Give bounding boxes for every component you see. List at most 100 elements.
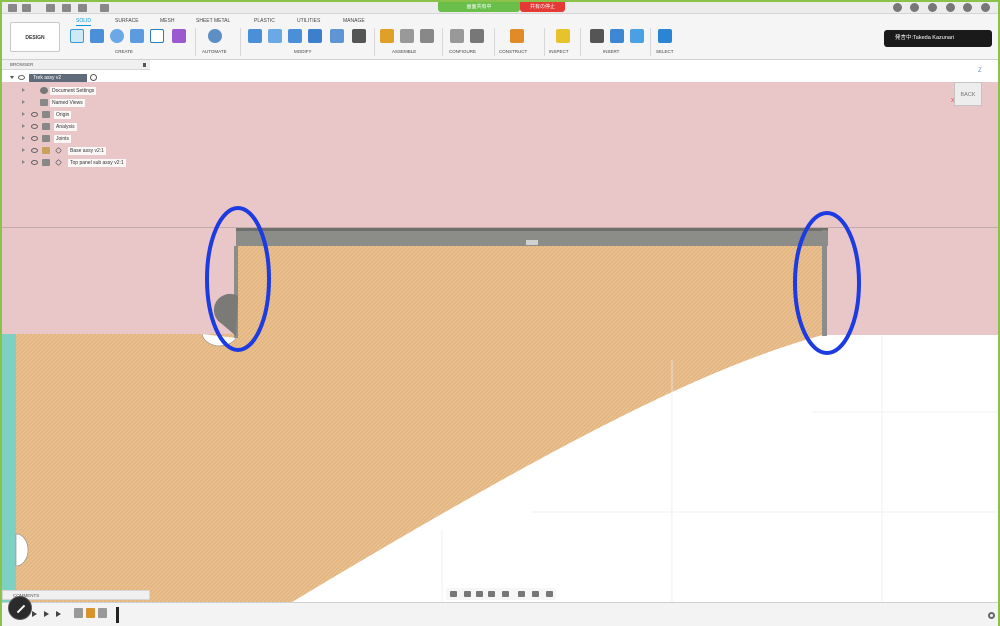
hole-icon[interactable] [130, 29, 144, 43]
tab-surface[interactable]: SURFACE [115, 18, 139, 24]
gear-icon[interactable] [988, 612, 995, 619]
group-automate[interactable]: AUTOMATE [202, 49, 227, 54]
tab-solid[interactable]: SOLID [76, 18, 92, 26]
extrude-icon[interactable] [90, 29, 104, 43]
eye-icon[interactable] [31, 136, 38, 141]
combine-icon[interactable] [308, 29, 322, 43]
redo-icon[interactable] [78, 4, 87, 12]
expand-icon[interactable] [22, 88, 25, 92]
undo-icon[interactable] [62, 4, 71, 12]
globe-icon[interactable] [927, 3, 937, 12]
expand-icon[interactable] [22, 112, 25, 116]
insert-derive-icon[interactable] [590, 29, 604, 43]
eye-icon[interactable] [31, 148, 38, 153]
group-modify[interactable]: MODIFY [294, 49, 312, 54]
new-component-icon[interactable] [380, 29, 394, 43]
expand-icon[interactable] [22, 136, 25, 140]
group-select[interactable]: SELECT [656, 49, 674, 54]
expand-icon[interactable] [22, 148, 25, 152]
press-pull-icon[interactable] [248, 29, 262, 43]
extensions-icon[interactable] [910, 3, 920, 12]
go-to-end-icon[interactable] [56, 611, 61, 617]
table-icon[interactable] [470, 29, 484, 43]
tab-manage[interactable]: MANAGE [343, 18, 365, 24]
grid-settings-icon[interactable] [532, 591, 539, 597]
insert-mesh-icon[interactable] [610, 29, 624, 43]
pattern-icon[interactable] [150, 29, 164, 43]
grid-menu-icon[interactable] [8, 4, 17, 12]
pan-icon[interactable] [476, 591, 483, 597]
eye-icon[interactable] [31, 124, 38, 129]
zoom-icon[interactable] [488, 591, 495, 597]
activate-radio-icon[interactable] [90, 74, 97, 81]
expand-icon[interactable] [22, 160, 25, 164]
canvas-icon[interactable] [630, 29, 644, 43]
tab-utilities[interactable]: UTILITIES [297, 18, 320, 24]
measure-icon[interactable] [556, 29, 570, 43]
select-icon[interactable] [658, 29, 672, 43]
chamfer-icon[interactable] [288, 29, 302, 43]
sketch-pencil-button[interactable] [8, 596, 32, 620]
eye-icon[interactable] [18, 75, 25, 80]
viewport[interactable]: BROWSER Trek assy v2 Document Settings N… [2, 60, 998, 602]
configure-icon[interactable] [450, 29, 464, 43]
timeline-marker[interactable] [116, 607, 119, 623]
timeline-feature[interactable] [86, 608, 95, 618]
tree-item-origin[interactable]: Origin [22, 110, 192, 120]
step-forward-icon[interactable] [44, 611, 49, 617]
group-inspect[interactable]: INSPECT [549, 49, 569, 54]
browser-root[interactable]: Trek assy v2 [10, 74, 97, 82]
new-tab-icon[interactable] [892, 3, 902, 12]
timeline-feature[interactable] [98, 608, 107, 618]
group-construct[interactable]: CONSTRUCT [499, 49, 527, 54]
home-icon[interactable] [100, 4, 109, 12]
tab-sheet-metal[interactable]: SHEET METAL [196, 18, 230, 24]
tree-item-named-views[interactable]: Named Views [22, 98, 192, 108]
user-avatar-icon[interactable] [981, 3, 990, 12]
tree-item-top-panel-sub-assy[interactable]: Top panel sub assy v2:1 [22, 158, 192, 168]
tab-mesh[interactable]: MESH [160, 18, 174, 24]
tree-item-document-settings[interactable]: Document Settings [22, 86, 192, 96]
root-component-label[interactable]: Trek assy v2 [29, 74, 87, 82]
fit-icon[interactable] [502, 591, 509, 597]
move-icon[interactable] [352, 29, 366, 43]
group-assemble[interactable]: ASSEMBLE [392, 49, 416, 54]
viewcube[interactable]: BACK [954, 82, 982, 106]
revolve-icon[interactable] [110, 29, 124, 43]
shell-icon[interactable] [330, 29, 344, 43]
save-icon[interactable] [46, 4, 55, 12]
as-built-joint-icon[interactable] [420, 29, 434, 43]
expand-icon[interactable] [22, 124, 25, 128]
display-settings-icon[interactable] [518, 591, 525, 597]
browser-panel-header[interactable]: BROWSER [2, 60, 150, 70]
orbit-icon[interactable] [450, 591, 457, 597]
notifications-icon[interactable] [945, 3, 955, 12]
automate-icon[interactable] [208, 29, 222, 43]
workspace-switcher[interactable]: DESIGN [10, 22, 60, 52]
file-icon[interactable] [22, 4, 31, 12]
timeline-feature[interactable] [74, 608, 83, 618]
form-icon[interactable] [172, 29, 186, 43]
viewports-icon[interactable] [546, 591, 553, 597]
tree-item-base-assy[interactable]: Base assy v2:1 [22, 146, 192, 156]
stop-sharing-button[interactable]: 共有の停止 [520, 2, 565, 12]
eye-icon[interactable] [31, 112, 38, 117]
group-insert[interactable]: INSERT [603, 49, 619, 54]
group-configure[interactable]: CONFIGURE [449, 49, 476, 54]
link-icon [55, 147, 62, 154]
look-at-icon[interactable] [464, 591, 471, 597]
tree-item-joints[interactable]: Joints [22, 134, 192, 144]
joint-icon[interactable] [400, 29, 414, 43]
help-icon[interactable] [963, 3, 973, 12]
offset-plane-icon[interactable] [510, 29, 524, 43]
expand-icon[interactable] [22, 100, 25, 104]
create-sketch-icon[interactable] [70, 29, 84, 43]
play-icon[interactable] [32, 611, 37, 617]
group-create[interactable]: CREATE [115, 49, 133, 54]
collapse-icon[interactable] [10, 76, 14, 79]
eye-icon[interactable] [31, 160, 38, 165]
fillet-icon[interactable] [268, 29, 282, 43]
tab-plastic[interactable]: PLASTIC [254, 18, 275, 24]
tree-item-analysis[interactable]: Analysis [22, 122, 192, 132]
pin-icon[interactable] [143, 63, 146, 67]
